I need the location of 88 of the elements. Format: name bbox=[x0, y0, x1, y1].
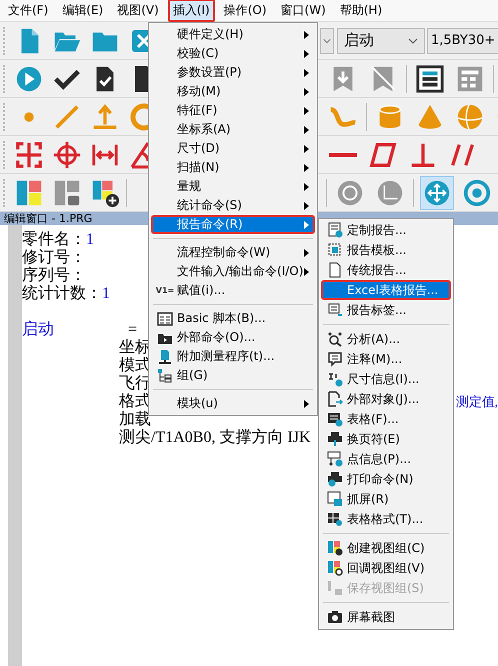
menu-item[interactable]: 校验(C) bbox=[151, 44, 315, 63]
magnifier-icon bbox=[327, 331, 343, 347]
external-object-icon bbox=[327, 391, 343, 407]
point-info-icon bbox=[327, 451, 343, 467]
menu-item[interactable]: 流程控制命令(W) bbox=[151, 243, 315, 262]
menu-item[interactable]: 外部对象(J)... bbox=[321, 389, 451, 409]
menu-item[interactable]: 尺寸(D) bbox=[151, 139, 315, 158]
rotate-icon bbox=[462, 178, 492, 208]
menu-item[interactable]: 报告标签... bbox=[321, 300, 451, 320]
menu-item[interactable]: 硬件定义(H) bbox=[151, 25, 315, 44]
dropdown[interactable] bbox=[320, 28, 334, 54]
dimension-info-icon bbox=[327, 371, 343, 387]
menu-item[interactable]: 移动(M) bbox=[151, 82, 315, 101]
menu-item[interactable]: 统计命令(S) bbox=[151, 196, 315, 215]
menu-item[interactable]: 报告模板... bbox=[321, 240, 451, 260]
chevron-icon bbox=[408, 38, 418, 44]
field-value: 1 bbox=[86, 231, 94, 249]
menu-item[interactable]: 模块(u) bbox=[151, 394, 315, 413]
menu-item[interactable]: 参数设置(P) bbox=[151, 63, 315, 82]
menu-item[interactable]: 换页符(E) bbox=[321, 429, 451, 449]
menu-item[interactable]: 附加测量程序(t)... bbox=[151, 347, 315, 366]
menu-bar-item[interactable]: 窗口(W) bbox=[276, 0, 331, 22]
menu-item[interactable]: 表格(F)... bbox=[321, 409, 451, 429]
menu-item[interactable]: 外部命令(O)... bbox=[151, 328, 315, 347]
menu-item[interactable]: 创建视图组(C) bbox=[321, 538, 451, 558]
menu-item[interactable]: 屏幕截图 bbox=[321, 607, 451, 627]
menu-item[interactable]: Basic 脚本(B)... bbox=[151, 309, 315, 328]
sphere-icon bbox=[455, 102, 485, 132]
menu-item[interactable]: 扫描(N) bbox=[151, 158, 315, 177]
center-mark-icon bbox=[14, 140, 44, 170]
page-icon bbox=[327, 262, 343, 278]
menu-bar-item[interactable]: 操作(O) bbox=[218, 0, 272, 22]
code-text: = bbox=[128, 321, 138, 338]
view-group-icon bbox=[327, 540, 343, 556]
menu-item[interactable]: 文件输入/输出命令(I/O) bbox=[151, 262, 315, 281]
code-text: 加载 bbox=[119, 411, 151, 428]
template-icon bbox=[327, 242, 343, 258]
menu-item[interactable]: 传统报告... bbox=[321, 260, 451, 280]
menu-item[interactable]: 特征(F) bbox=[151, 101, 315, 120]
screen-capture-icon bbox=[327, 491, 343, 507]
menu-item[interactable]: V1= 赋值(i)... bbox=[151, 281, 315, 300]
camera-icon bbox=[327, 609, 343, 625]
angle-icon bbox=[128, 140, 148, 170]
field-label: 零件名： bbox=[22, 231, 86, 249]
menu-item[interactable]: 点信息(P)... bbox=[321, 449, 451, 469]
menu-item[interactable]: 表格格式(T)... bbox=[321, 509, 451, 529]
measure-program-icon bbox=[157, 348, 173, 364]
menu-item[interactable]: 报告命令(R) bbox=[151, 215, 315, 234]
line-icon bbox=[329, 152, 357, 156]
menu-bar-item[interactable]: 文件(F) bbox=[3, 0, 54, 22]
field-label: 统计计数： bbox=[22, 285, 102, 303]
menu-bar-item[interactable]: 插入(I) bbox=[168, 0, 215, 22]
report-icon bbox=[327, 222, 343, 238]
menu-item[interactable]: 组(G) bbox=[151, 366, 315, 385]
menu-item[interactable]: 尺寸信息(I)... bbox=[321, 369, 451, 389]
field-value: 1 bbox=[102, 285, 110, 303]
menu-item[interactable]: Excel表格报告... bbox=[321, 280, 451, 300]
menu-item[interactable]: 打印命令(N) bbox=[321, 469, 451, 489]
code-text: 测尖/T1A0B0, 支撑方向 IJK bbox=[119, 429, 311, 447]
table-icon bbox=[327, 411, 343, 427]
menu-item[interactable]: 抓屏(R) bbox=[321, 489, 451, 509]
field-label: 修订号： bbox=[22, 249, 86, 266]
printer-icon bbox=[327, 471, 343, 487]
crosshair-icon bbox=[52, 140, 82, 170]
chevron-icon bbox=[323, 38, 331, 44]
field-label: 序列号： bbox=[22, 267, 86, 284]
menu-item[interactable]: 坐标系(A) bbox=[151, 120, 315, 139]
printer-icon bbox=[327, 431, 343, 447]
label-icon bbox=[327, 302, 343, 318]
menu-bar-item[interactable]: 视图(V) bbox=[112, 0, 164, 22]
code-text: 测定值, bbox=[456, 393, 498, 411]
dropdown[interactable]: 启动 bbox=[337, 28, 425, 54]
comment-icon bbox=[327, 351, 343, 367]
menu-bar-item[interactable]: 编辑(E) bbox=[57, 0, 108, 22]
script-icon bbox=[157, 310, 173, 326]
view-group-icon bbox=[327, 580, 343, 596]
menu-item[interactable]: 量规 bbox=[151, 177, 315, 196]
menu-item[interactable]: 注释(M)... bbox=[321, 349, 451, 369]
menu-item[interactable]: 分析(A)... bbox=[321, 329, 451, 349]
variable-label: V1= bbox=[156, 286, 174, 295]
menu-bar-item[interactable]: 帮助(H) bbox=[334, 0, 388, 22]
list-icon bbox=[415, 64, 445, 94]
dropdown[interactable]: 1,5BY30+ bbox=[427, 28, 498, 54]
menu-item[interactable]: 回调视图组(V) bbox=[321, 558, 451, 578]
group-icon bbox=[157, 368, 173, 384]
table-format-icon bbox=[327, 511, 343, 527]
command-name: 启动 bbox=[22, 321, 55, 339]
view-group-icon bbox=[327, 560, 343, 576]
